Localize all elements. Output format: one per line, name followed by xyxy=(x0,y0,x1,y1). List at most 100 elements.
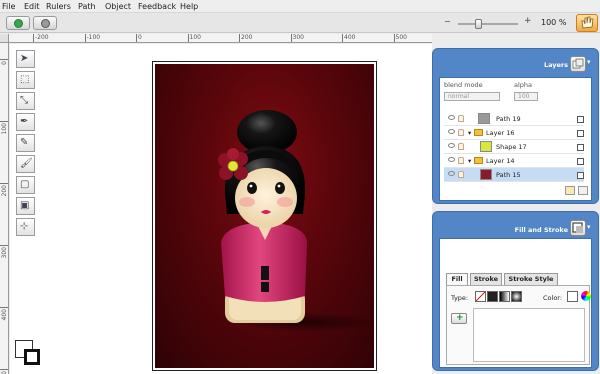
zoom-slider[interactable] xyxy=(458,23,518,25)
menu-edit[interactable]: Edit xyxy=(24,2,40,11)
ruler-tick xyxy=(84,34,86,42)
ruler-top-label: 0 xyxy=(138,34,142,41)
brush-tool-button[interactable]: 🖌 xyxy=(16,155,35,173)
ruler-top-label: -100 xyxy=(86,34,101,41)
ruler-left-label: 300 xyxy=(1,247,8,259)
layer-row[interactable]: Path 15 xyxy=(444,168,584,182)
eye-icon[interactable] xyxy=(448,115,455,120)
eye-icon[interactable] xyxy=(448,171,455,176)
pen-tool-button[interactable]: ✒ xyxy=(16,113,35,131)
transform-tool-button[interactable]: ⤡ xyxy=(16,92,35,110)
lock-icon[interactable] xyxy=(458,171,464,178)
layer-checkbox[interactable] xyxy=(577,158,584,165)
blend-mode-value: normal xyxy=(448,93,470,100)
lock-icon[interactable] xyxy=(458,129,464,136)
chevron-down-icon[interactable]: ▾ xyxy=(587,58,595,72)
layer-name: Shape 17 xyxy=(496,143,527,151)
eye-icon[interactable] xyxy=(448,157,455,162)
lock-icon[interactable] xyxy=(458,157,464,164)
menu-feedback[interactable]: Feedback xyxy=(138,2,176,11)
blend-mode-label: blend mode xyxy=(444,81,483,89)
artboard[interactable] xyxy=(152,61,377,371)
menu-file[interactable]: File xyxy=(2,2,15,11)
gradient-stop-list[interactable] xyxy=(473,308,585,362)
ruler-left-label: 400 xyxy=(1,309,8,321)
ruler-left-label: 0 xyxy=(1,61,8,65)
layer-name: Layer 14 xyxy=(486,157,515,165)
select-tool-button[interactable]: ➤ xyxy=(16,50,35,68)
layer-checkbox[interactable] xyxy=(577,144,584,151)
menu-help[interactable]: Help xyxy=(180,2,198,11)
gradient-tool-button[interactable]: ▣ xyxy=(16,197,35,215)
zoom-slider-handle[interactable] xyxy=(474,19,482,29)
layer-row[interactable]: Path 19 xyxy=(444,112,584,126)
fill-radial-gradient-swatch[interactable] xyxy=(511,291,522,302)
ruler-tick xyxy=(393,34,395,42)
fill-linear-gradient-swatch[interactable] xyxy=(499,291,510,302)
color-wheel-icon[interactable] xyxy=(581,291,591,301)
layer-checkbox[interactable] xyxy=(577,116,584,123)
layer-row[interactable]: ▾ Layer 16 xyxy=(444,126,584,140)
tab-stroke-style[interactable]: Stroke Style xyxy=(504,273,558,285)
layer-thumbnail xyxy=(480,169,492,180)
ruler-tick xyxy=(187,34,189,42)
layers-icon xyxy=(572,58,584,69)
menu-bar: File Edit Rulers Path Object Feedback Help xyxy=(0,0,600,13)
gradient-tool-icon: ▣ xyxy=(20,200,30,211)
new-layer-button[interactable] xyxy=(565,186,575,195)
add-icon: + xyxy=(456,313,464,323)
ruler-left-label: 200 xyxy=(1,185,8,197)
layers-panel-title: Layers xyxy=(543,61,568,69)
menu-path[interactable]: Path xyxy=(78,2,96,11)
ruler-tick xyxy=(290,34,292,42)
layer-checkbox[interactable] xyxy=(577,172,584,179)
tab-stroke[interactable]: Stroke xyxy=(470,273,502,285)
fill-none-swatch[interactable] xyxy=(475,291,486,302)
hand-tool-button[interactable] xyxy=(576,14,598,32)
layer-name: Path 15 xyxy=(496,171,521,179)
lock-icon[interactable] xyxy=(458,115,464,122)
node-select-tool-button[interactable]: ⬚ xyxy=(16,71,35,89)
duplicate-layer-button[interactable] xyxy=(578,186,588,195)
layers-panel: Layers ▾ blend mode normal alpha 100 Pat… xyxy=(432,48,599,204)
shape-tool-button[interactable]: ▢ xyxy=(16,176,35,194)
zoom-in-icon[interactable]: + xyxy=(524,16,532,26)
ruler-tick xyxy=(342,34,343,42)
add-gradient-button[interactable]: + xyxy=(451,313,467,324)
layer-checkbox[interactable] xyxy=(577,130,584,137)
eye-icon[interactable] xyxy=(448,143,455,148)
menu-object[interactable]: Object xyxy=(105,2,131,11)
layer-thumbnail xyxy=(480,141,492,152)
fill-color-well[interactable] xyxy=(567,291,578,302)
ruler-tick xyxy=(0,307,8,308)
lock-icon[interactable] xyxy=(458,143,464,150)
fill-stroke-toggle-button[interactable] xyxy=(570,220,586,236)
alpha-select[interactable]: 100 xyxy=(514,92,538,101)
zoom-out-icon[interactable]: − xyxy=(444,17,454,28)
folder-icon xyxy=(474,157,483,164)
ruler-tick xyxy=(136,34,137,42)
blend-mode-select[interactable]: normal xyxy=(444,92,500,101)
chevron-down-icon[interactable]: ▾ xyxy=(587,223,595,237)
gear-icon xyxy=(41,19,50,28)
toolbox: ➤ ⬚ ⤡ ✒ ✎ 🖌 ▢ ▣ ⊹ xyxy=(13,50,37,236)
eye-icon[interactable] xyxy=(448,129,455,134)
ruler-left: 0100200300400500 xyxy=(0,43,9,374)
expander-icon[interactable]: ▾ xyxy=(468,129,471,137)
fill-flat-swatch[interactable] xyxy=(487,291,498,302)
ruler-top-label: 300 xyxy=(292,34,304,41)
pencil-tool-button[interactable]: ✎ xyxy=(16,134,35,152)
color-label: Color: xyxy=(543,294,563,302)
layer-row[interactable]: ▾ Layer 14 xyxy=(444,154,584,168)
layers-panel-toggle-button[interactable] xyxy=(570,56,586,72)
settings-button[interactable] xyxy=(33,16,57,30)
layer-row[interactable]: Shape 17 xyxy=(444,140,584,154)
eyedropper-tool-button[interactable]: ⊹ xyxy=(16,218,35,236)
tab-fill[interactable]: Fill xyxy=(446,273,468,285)
menu-rulers[interactable]: Rulers xyxy=(46,2,71,11)
expander-icon[interactable]: ▾ xyxy=(468,157,471,165)
shape-tool-icon: ▢ xyxy=(20,179,30,190)
stroke-color-swatch[interactable] xyxy=(24,349,40,365)
new-document-button[interactable] xyxy=(6,16,30,30)
ruler-tick xyxy=(0,59,8,60)
